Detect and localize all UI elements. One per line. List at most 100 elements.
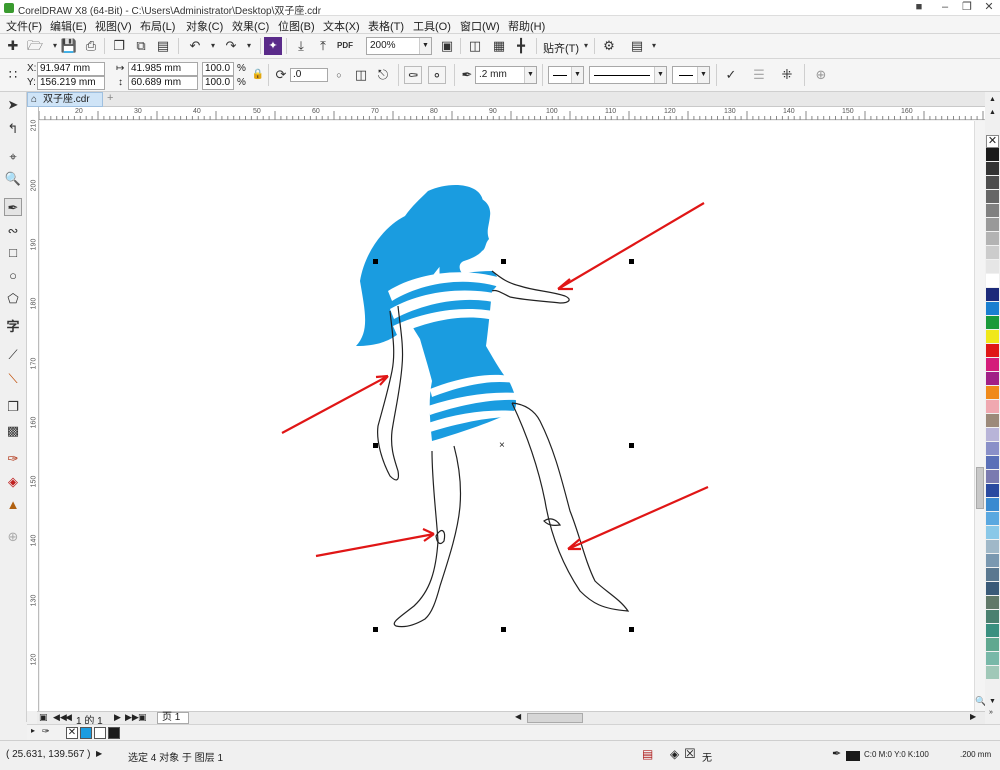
new-document-icon[interactable]: ✚	[4, 37, 22, 55]
freehand-tool-icon[interactable]: ∾	[4, 222, 22, 240]
palette-swatch[interactable]	[986, 386, 999, 399]
palette-scroll-up-icon[interactable]: ▲	[989, 96, 996, 103]
palette-swatch[interactable]	[986, 554, 999, 567]
palette-swatch[interactable]	[986, 456, 999, 469]
palette-swatch[interactable]	[986, 302, 999, 315]
ellipse-tool-icon[interactable]: ○	[4, 267, 22, 285]
transparency-tool-icon[interactable]: ▩	[4, 422, 22, 440]
vertical-scroll-thumb[interactable]	[976, 467, 984, 509]
prev-page-icon[interactable]: ◀	[65, 712, 72, 723]
mirror-horizontal-icon[interactable]: ◫	[352, 66, 370, 84]
vertical-ruler[interactable]: 210 200 190 180 170 160 150 140 130 120	[27, 107, 39, 711]
palette-swatch[interactable]	[986, 638, 999, 651]
document-palette-arrow-icon[interactable]: ▸	[31, 726, 35, 735]
menu-help[interactable]: 帮助(H)	[508, 18, 545, 34]
scale-x-field[interactable]: 100.0	[202, 62, 234, 76]
snap-to-button[interactable]: 贴齐(T)	[543, 40, 579, 56]
scroll-right-icon[interactable]: ▶	[970, 712, 976, 721]
lock-ratio-icon[interactable]: 🔒	[249, 66, 267, 84]
palette-swatch[interactable]	[986, 400, 999, 413]
crop-tool-icon[interactable]: ⌖	[4, 148, 22, 166]
drop-shadow-tool-icon[interactable]: ❐	[4, 398, 22, 416]
pick-tool-icon[interactable]: ➤	[4, 96, 22, 114]
palette-more-icon[interactable]: »	[989, 709, 993, 716]
undo-dropdown-icon[interactable]: ▾	[204, 37, 222, 55]
eyedropper-tool-icon[interactable]: ✑	[4, 450, 22, 468]
palette-down-icon[interactable]: ▼	[989, 698, 996, 705]
page-tab[interactable]: 页 1	[157, 712, 189, 724]
print-icon[interactable]: ⎙	[82, 37, 100, 55]
rectangle-tool-icon[interactable]: □	[4, 244, 22, 262]
vertical-scrollbar[interactable]: 🔍	[974, 121, 986, 711]
palette-swatch[interactable]	[986, 568, 999, 581]
dimension-tool-icon[interactable]: ⟋	[4, 346, 22, 364]
expand-arrow-icon[interactable]: ▶	[96, 749, 102, 758]
text-tool-icon[interactable]: 字	[4, 318, 22, 336]
publish-pdf-icon[interactable]: PDF	[336, 37, 354, 55]
full-screen-icon[interactable]: ▣	[438, 37, 456, 55]
palette-swatch[interactable]	[986, 358, 999, 371]
menu-view[interactable]: 视图(V)	[95, 18, 132, 34]
copy-icon[interactable]: ⧉	[132, 37, 150, 55]
black-swatch[interactable]	[108, 727, 120, 739]
palette-swatch[interactable]	[986, 666, 999, 679]
palette-swatch[interactable]	[986, 204, 999, 217]
convert-to-curves-icon[interactable]: ✓	[722, 66, 740, 84]
undo-icon[interactable]: ↶	[186, 37, 204, 55]
menu-file[interactable]: 文件(F)	[6, 18, 42, 34]
palette-swatch[interactable]	[986, 330, 999, 343]
color-proof-icon[interactable]: ▤	[642, 747, 653, 761]
menu-edit[interactable]: 编辑(E)	[50, 18, 87, 34]
shape-tool-icon[interactable]: ↰	[4, 120, 22, 138]
palette-swatch[interactable]	[986, 316, 999, 329]
palette-swatch[interactable]	[986, 652, 999, 665]
outline-width-select[interactable]: .2 mm ▼	[475, 66, 537, 84]
palette-swatch[interactable]	[986, 498, 999, 511]
weld-icon[interactable]: ⚰	[404, 66, 422, 84]
last-page-icon[interactable]: ▶▶	[125, 712, 139, 723]
zoom-tool-icon[interactable]: 🔍	[4, 170, 22, 188]
redo-icon[interactable]: ↷	[222, 37, 240, 55]
user-icon[interactable]: ■	[908, 0, 930, 16]
blue-swatch[interactable]	[80, 727, 92, 739]
object-origin-icon[interactable]: ∷	[4, 66, 22, 84]
palette-swatch[interactable]	[986, 596, 999, 609]
add-tool-icon[interactable]: ⊕	[4, 528, 22, 546]
polygon-tool-icon[interactable]: ⬠	[4, 290, 22, 308]
guidelines-icon[interactable]: ╋	[512, 37, 530, 55]
start-arrowhead-select[interactable]: ▼	[548, 66, 584, 84]
menu-object[interactable]: 对象(C)	[186, 18, 223, 34]
menu-bitmaps[interactable]: 位图(B)	[278, 18, 315, 34]
palette-swatch[interactable]	[986, 344, 999, 357]
palette-swatch[interactable]	[986, 540, 999, 553]
palette-swatch[interactable]	[986, 442, 999, 455]
rotation-angle-field[interactable]: .0	[290, 68, 328, 82]
palette-swatch[interactable]	[986, 232, 999, 245]
palette-swatch[interactable]	[986, 428, 999, 441]
palette-swatch[interactable]	[986, 624, 999, 637]
pen-tool-icon[interactable]: ✒	[4, 198, 22, 216]
palette-swatch[interactable]	[986, 484, 999, 497]
palette-swatch[interactable]	[986, 610, 999, 623]
launcher-dropdown-icon[interactable]: ▾	[645, 37, 663, 55]
palette-swatch[interactable]	[986, 218, 999, 231]
white-swatch[interactable]	[94, 727, 106, 739]
smart-fill-icon[interactable]: ▲	[4, 496, 22, 514]
app-launcher-icon[interactable]: ▤	[628, 37, 646, 55]
quick-trace-icon[interactable]: ⁜	[778, 66, 796, 84]
add-icon[interactable]: ⊕	[812, 66, 830, 84]
export-icon[interactable]: ⤒	[314, 37, 332, 55]
palette-up-icon[interactable]: ▲	[989, 109, 996, 116]
palette-swatch[interactable]	[986, 162, 999, 175]
palette-swatch[interactable]	[986, 176, 999, 189]
document-tab[interactable]: ⌂ 双子座.cdr	[27, 92, 103, 107]
palette-swatch[interactable]	[986, 512, 999, 525]
menu-table[interactable]: 表格(T)	[368, 18, 404, 34]
scroll-left-icon[interactable]: ◀	[515, 712, 521, 721]
redo-dropdown-icon[interactable]: ▾	[240, 37, 258, 55]
minimize-button[interactable]: –	[934, 0, 956, 16]
palette-swatch[interactable]	[986, 414, 999, 427]
snap-dropdown-icon[interactable]: ▾	[577, 37, 595, 55]
palette-swatch[interactable]	[986, 190, 999, 203]
grid-icon[interactable]: ▦	[490, 37, 508, 55]
